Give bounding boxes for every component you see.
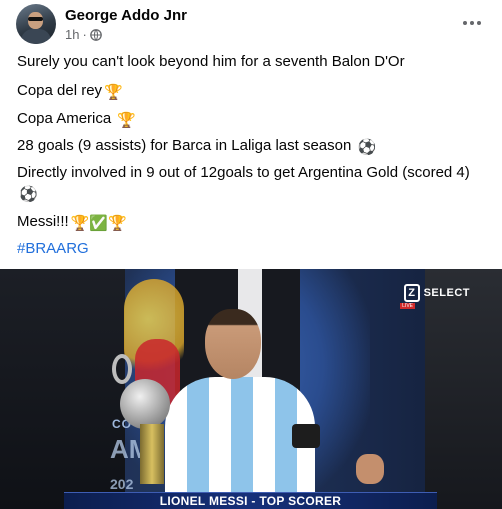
trophy-stem	[140, 424, 164, 484]
trophy-check-emoji-icon: 🏆✅🏆	[70, 215, 127, 232]
more-options-icon[interactable]	[460, 13, 484, 33]
captain-armband	[292, 424, 320, 448]
post-line-2: Copa del rey 🏆	[17, 81, 492, 103]
thumbs-up-hand	[356, 454, 384, 484]
person-left	[0, 269, 125, 509]
post-line-6: Messi!!! 🏆✅🏆	[17, 212, 492, 234]
post-line-text: 28 goals (9 assists) for Barca in Laliga…	[17, 137, 356, 154]
caption-bar: LIONEL MESSI - TOP SCORER	[64, 492, 437, 509]
live-badge: LIVE	[400, 303, 415, 309]
post-meta: 1h ·	[65, 27, 102, 42]
post-line-text: Copa del rey	[17, 82, 103, 99]
post-header: George Addo Jnr 1h ·	[0, 0, 502, 48]
trophy-emoji-icon: 🏆	[104, 84, 123, 101]
trophy-handle	[112, 354, 132, 384]
post-line-text: Directly involved in 9 out of 12goals to…	[17, 164, 470, 181]
avatar-sunglasses	[28, 17, 43, 21]
avatar-body	[21, 29, 51, 44]
globe-icon[interactable]	[89, 28, 102, 41]
author-name[interactable]: George Addo Jnr	[65, 7, 187, 24]
player-head	[205, 309, 261, 379]
trophy-icon	[120, 379, 170, 429]
soccer-ball-emoji-icon: ⚽	[357, 139, 377, 156]
post-line-1: Surely you can't look beyond him for a s…	[17, 52, 492, 72]
broadcaster-logo: Z SELECT	[403, 284, 470, 302]
broadcaster-label: SELECT	[423, 287, 470, 299]
post-line-5: Directly involved in 9 out of 12goals to…	[17, 163, 487, 205]
facebook-post: George Addo Jnr 1h · Surely you can't lo…	[0, 0, 502, 509]
post-time[interactable]: 1h	[65, 27, 79, 42]
person-right	[425, 269, 502, 509]
broadcaster-mark: Z	[403, 284, 420, 302]
soccer-ball-emoji-icon: ⚽	[19, 186, 38, 203]
post-line-4: 28 goals (9 assists) for Barca in Laliga…	[17, 136, 492, 158]
hashtag-link[interactable]: #BRAARG	[17, 239, 492, 259]
post-line-text: Copa America	[17, 110, 116, 127]
trophy-emoji-icon: 🏆	[117, 112, 137, 129]
post-photo[interactable]: CO AM 202 Z SELECT LIVE LIONEL MESSI - TO…	[0, 269, 502, 509]
post-line-3: Copa America 🏆	[17, 109, 492, 131]
post-line-text: Messi!!!	[17, 213, 69, 230]
post-line-text: Surely you can't look beyond him for a s…	[17, 53, 405, 70]
author-avatar[interactable]	[16, 4, 56, 44]
